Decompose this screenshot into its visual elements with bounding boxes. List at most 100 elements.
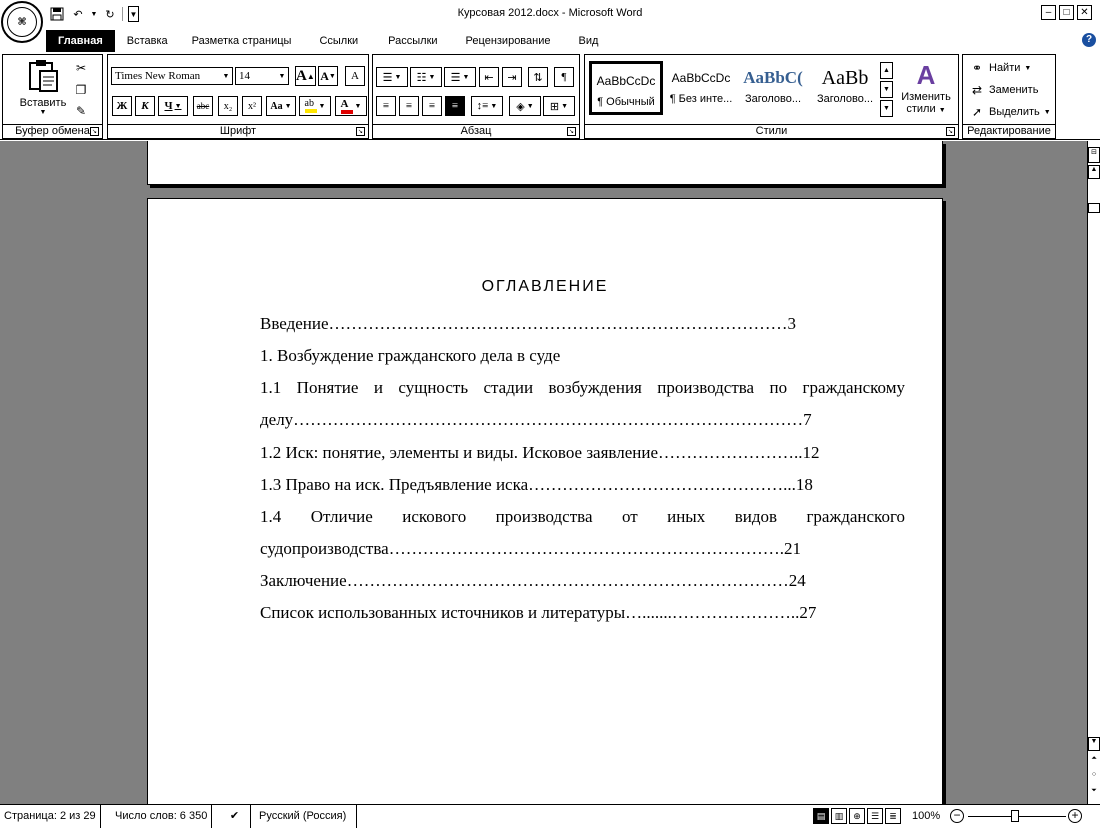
- style-heading-1[interactable]: AaBbC( Заголово...: [737, 61, 809, 115]
- toc-entry[interactable]: судопроизводства…………………………………………………………….…: [260, 539, 905, 559]
- paragraph-group: ☰ ▼ ☷ ▼ ☰ ▼ ⇤ ⇥ ⇅ ¶ ≡ ≡ ≡ ≡ ↕≡ ▼ ◈ ▼ ⊞ ▼ Абзац…: [372, 54, 580, 139]
- dialog-launcher-icon[interactable]: ↘: [946, 127, 955, 136]
- full-screen-reading-button[interactable]: ▥: [831, 808, 847, 824]
- toc-entry[interactable]: 1.1 Понятие и сущность стадии возбуждени…: [260, 378, 905, 398]
- bullets-button[interactable]: ☰ ▼: [376, 67, 408, 87]
- align-right-button[interactable]: ≡: [422, 96, 442, 116]
- underline-button[interactable]: Ч ▼: [158, 96, 188, 116]
- font-name-combo[interactable]: Times New Roman ▼: [111, 67, 233, 85]
- align-center-button[interactable]: ≡: [399, 96, 419, 116]
- subscript-button[interactable]: x₂: [218, 96, 238, 116]
- zoom-level[interactable]: 100%: [912, 805, 940, 827]
- numbering-button[interactable]: ☷ ▼: [410, 67, 442, 87]
- outline-view-button[interactable]: ☰: [867, 808, 883, 824]
- toc-entry[interactable]: 1.2 Иск: понятие, элементы и виды. Исков…: [260, 443, 905, 463]
- dialog-launcher-icon[interactable]: ↘: [90, 127, 99, 136]
- bold-button[interactable]: Ж: [112, 96, 132, 116]
- previous-page-button[interactable]: ⏶: [1088, 755, 1100, 769]
- borders-button[interactable]: ⊞ ▼: [543, 96, 575, 116]
- document-area[interactable]: ОГЛАВЛЕНИЕ Введение…………………………………………………………: [0, 141, 1087, 804]
- italic-icon: К: [141, 100, 149, 112]
- strikethrough-button[interactable]: abc: [193, 96, 213, 116]
- office-button[interactable]: ⌘: [1, 1, 43, 43]
- align-left-icon: ≡: [382, 100, 390, 112]
- highlight-button[interactable]: ab ▼: [299, 96, 331, 116]
- toc-entry[interactable]: Введение………………………………………………………………………3: [260, 314, 905, 334]
- status-bar: Страница: 2 из 29 Число слов: 6 350 ✔ Ру…: [0, 804, 1100, 828]
- replace-button[interactable]: ⇄ Заменить: [969, 81, 1038, 99]
- scroll-up-button[interactable]: ▲: [1088, 165, 1100, 179]
- copy-button[interactable]: ❐: [71, 82, 91, 98]
- previous-page[interactable]: [147, 141, 943, 185]
- format-painter-button[interactable]: ✎: [71, 103, 91, 119]
- multilevel-list-button[interactable]: ☰ ▼: [444, 67, 476, 87]
- scroll-thumb[interactable]: [1088, 203, 1100, 213]
- ruler-toggle-icon[interactable]: ⊟: [1088, 147, 1100, 163]
- style-normal[interactable]: AaBbCcDc ¶ Обычный: [589, 61, 663, 115]
- help-icon[interactable]: ?: [1082, 33, 1096, 47]
- web-layout-button[interactable]: ⊕: [849, 808, 865, 824]
- toc-entry[interactable]: Список использованных источников и литер…: [260, 603, 905, 623]
- language-indicator[interactable]: Русский (Россия): [255, 805, 357, 828]
- cut-button[interactable]: ✂: [71, 60, 91, 76]
- change-styles-button[interactable]: A Изменить стили ▼: [895, 59, 957, 115]
- grow-font-button[interactable]: A ▲: [295, 66, 316, 86]
- styles-scroll-down[interactable]: ▼: [880, 81, 893, 98]
- tab-review[interactable]: Рецензирование: [452, 30, 565, 52]
- paste-button[interactable]: Вставить ▼: [13, 59, 73, 116]
- scroll-down-button[interactable]: ▼: [1088, 737, 1100, 751]
- toc-entry[interactable]: 1.4 Отличие искового производства от ины…: [260, 507, 905, 527]
- close-button[interactable]: ✕: [1077, 5, 1092, 20]
- line-spacing-button[interactable]: ↕≡ ▼: [471, 96, 503, 116]
- find-button[interactable]: ⚭ Найти ▼: [969, 59, 1031, 77]
- styles-scroll-up[interactable]: ▲: [880, 62, 893, 79]
- increase-indent-button[interactable]: ⇥: [502, 67, 522, 87]
- font-color-button[interactable]: A ▼: [335, 96, 367, 116]
- tab-page-layout[interactable]: Разметка страницы: [180, 30, 304, 52]
- tab-mailings[interactable]: Рассылки: [374, 30, 451, 52]
- next-page-button[interactable]: ⏷: [1088, 787, 1100, 801]
- zoom-in-button[interactable]: +: [1068, 809, 1082, 823]
- style-no-spacing[interactable]: AaBbCcDc ¶ Без инте...: [665, 61, 737, 115]
- tab-home[interactable]: Главная: [46, 30, 115, 52]
- tab-references[interactable]: Ссылки: [303, 30, 374, 52]
- vertical-scrollbar[interactable]: ⊟ ▲ ▼ ⏶ ○ ⏷: [1087, 141, 1100, 804]
- toc-entry[interactable]: 1.3 Право на иск. Предъявление иска………………: [260, 475, 905, 495]
- style-heading-2[interactable]: AaBb Заголово...: [809, 61, 881, 115]
- justify-button[interactable]: ≡: [445, 96, 465, 116]
- page-count[interactable]: Страница: 2 из 29: [0, 805, 101, 828]
- draft-view-button[interactable]: ≣: [885, 808, 901, 824]
- italic-button[interactable]: К: [135, 96, 155, 116]
- dialog-launcher-icon[interactable]: ↘: [567, 127, 576, 136]
- superscript-button[interactable]: x²: [242, 96, 262, 116]
- brush-icon: ✎: [75, 104, 87, 118]
- zoom-slider-thumb[interactable]: [1011, 810, 1019, 822]
- font-size-combo[interactable]: 14 ▼: [235, 67, 289, 85]
- shading-button[interactable]: ◈ ▼: [509, 96, 541, 116]
- chevron-down-icon[interactable]: ▼: [276, 68, 288, 84]
- sort-button[interactable]: ⇅: [528, 67, 548, 87]
- browse-object-button[interactable]: ○: [1088, 771, 1100, 785]
- print-layout-view-button[interactable]: ▤: [813, 808, 829, 824]
- proofing-icon[interactable]: ✔: [219, 805, 251, 828]
- tab-insert[interactable]: Вставка: [115, 30, 180, 52]
- toc-entry[interactable]: делу………………………………………………………………………………7: [260, 410, 905, 430]
- maximize-button[interactable]: □: [1059, 5, 1074, 20]
- decrease-indent-button[interactable]: ⇤: [479, 67, 499, 87]
- show-formatting-button[interactable]: ¶: [554, 67, 574, 87]
- dialog-launcher-icon[interactable]: ↘: [356, 127, 365, 136]
- zoom-out-button[interactable]: −: [950, 809, 964, 823]
- tab-view[interactable]: Вид: [565, 30, 613, 52]
- change-case-button[interactable]: Aa ▼: [266, 96, 296, 116]
- clear-formatting-button[interactable]: A: [345, 66, 365, 86]
- chevron-down-icon[interactable]: ▼: [220, 68, 232, 84]
- word-count[interactable]: Число слов: 6 350: [111, 805, 213, 828]
- align-left-button[interactable]: ≡: [376, 96, 396, 116]
- toc-entry[interactable]: Заключение……………………………………………………………………24: [260, 571, 905, 591]
- select-button[interactable]: ➚ Выделить ▼: [969, 103, 1051, 121]
- minimize-button[interactable]: ‒: [1041, 5, 1056, 20]
- document-page[interactable]: ОГЛАВЛЕНИЕ Введение…………………………………………………………: [147, 198, 943, 804]
- styles-more[interactable]: ▼: [880, 100, 893, 117]
- toc-entry[interactable]: 1. Возбуждение гражданского дела в суде: [260, 346, 905, 366]
- shrink-font-button[interactable]: A ▼: [318, 66, 338, 86]
